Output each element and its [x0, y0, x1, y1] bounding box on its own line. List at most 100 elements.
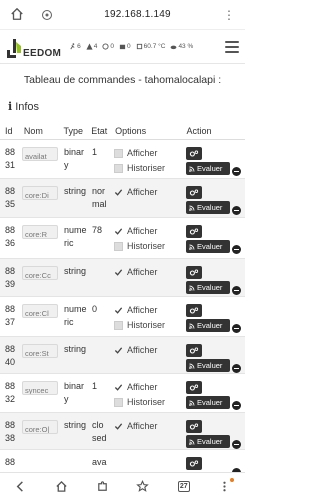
rss-icon	[189, 244, 195, 250]
remove-command-icon[interactable]	[232, 245, 241, 254]
nom-input[interactable]: core:St	[22, 344, 58, 358]
jeedom-logo[interactable]: EEDOM	[6, 35, 61, 59]
row-id-top: 88	[5, 457, 16, 467]
row-actions: Evaluer	[186, 413, 245, 449]
option-afficher[interactable]: Afficher	[114, 419, 186, 434]
row-id-bottom: 40	[5, 357, 16, 367]
rss-icon	[189, 166, 195, 172]
row-etat-line1: 78	[92, 225, 103, 235]
option-afficher[interactable]: Afficher	[114, 343, 186, 358]
configure-button[interactable]	[186, 266, 202, 279]
row-actions: Evaluer	[186, 259, 245, 296]
table-row: 88 35 core:Di string nor mal Afficher Evaluer	[0, 179, 245, 218]
evaluate-button[interactable]: Evaluer	[186, 359, 230, 372]
row-actions: Evaluer	[186, 218, 245, 258]
check-icon[interactable]	[114, 306, 123, 315]
evaluate-button[interactable]: Evaluer	[186, 396, 230, 409]
option-historiser[interactable]: Historiser	[114, 318, 186, 333]
row-id-bottom: 39	[5, 279, 16, 289]
address-bar[interactable]: 192.168.1.149	[54, 9, 221, 20]
nom-input[interactable]: core:Cl	[22, 304, 58, 318]
back-button[interactable]	[10, 477, 30, 497]
evaluate-label: Evaluer	[197, 283, 223, 292]
option-historiser-label: Historiser	[127, 241, 166, 251]
check-icon[interactable]	[114, 383, 123, 392]
site-info-icon[interactable]	[40, 8, 54, 22]
browser-menu-icon[interactable]: ⋮	[221, 8, 237, 22]
option-afficher-label: Afficher	[127, 305, 158, 315]
configure-button[interactable]	[186, 457, 202, 470]
row-type-line1: nume	[64, 225, 87, 235]
remove-command-icon[interactable]	[232, 206, 241, 215]
check-icon[interactable]	[114, 268, 123, 277]
evaluate-button[interactable]: Evaluer	[186, 281, 230, 294]
status-warning[interactable]: 4	[86, 43, 97, 50]
option-historiser[interactable]: Historiser	[114, 239, 186, 254]
configure-button[interactable]	[186, 344, 202, 357]
check-icon[interactable]	[114, 188, 123, 197]
hamburger-menu-icon[interactable]	[225, 40, 239, 53]
status-plugin[interactable]: 0	[119, 43, 131, 50]
nom-input[interactable]: core:Cc	[22, 266, 58, 280]
configure-button[interactable]	[186, 186, 202, 199]
option-afficher[interactable]: Afficher	[114, 265, 186, 280]
checkbox-historiser[interactable]	[114, 398, 123, 407]
checkbox-historiser[interactable]	[114, 242, 123, 251]
status-run[interactable]: 6	[69, 43, 81, 50]
status-cloud-value: 43 %	[178, 43, 194, 50]
option-afficher-label: Afficher	[127, 345, 158, 355]
evaluate-button[interactable]: Evaluer	[186, 240, 230, 253]
checkbox-afficher[interactable]	[114, 149, 123, 158]
tabs-button[interactable]: 27	[174, 477, 194, 497]
bookmark-button[interactable]	[133, 477, 153, 497]
check-icon[interactable]	[114, 346, 123, 355]
nom-input[interactable]: core:O|	[22, 420, 58, 434]
option-afficher[interactable]: Afficher	[114, 380, 186, 395]
remove-command-icon[interactable]	[232, 364, 241, 373]
option-historiser[interactable]: Historiser	[114, 395, 186, 410]
check-icon[interactable]	[114, 422, 123, 431]
option-afficher[interactable]: Afficher	[114, 303, 186, 318]
check-icon[interactable]	[114, 227, 123, 236]
nom-input[interactable]: core:R	[22, 225, 58, 239]
home-icon[interactable]	[10, 7, 26, 23]
row-type-line2: ric	[64, 317, 74, 327]
row-options: Afficher	[114, 337, 186, 373]
row-options: Afficher Historiser	[114, 297, 186, 336]
remove-command-icon[interactable]	[232, 401, 241, 410]
home-button[interactable]	[51, 477, 71, 497]
cogs-icon	[189, 189, 199, 196]
row-type-line1: nume	[64, 304, 87, 314]
checkbox-historiser[interactable]	[114, 164, 123, 173]
checkbox-historiser[interactable]	[114, 321, 123, 330]
row-etat-line1: 0	[92, 304, 98, 314]
row-etat: 0	[92, 297, 114, 336]
evaluate-button[interactable]: Evaluer	[186, 201, 230, 214]
remove-command-icon[interactable]	[232, 324, 241, 333]
configure-button[interactable]	[186, 147, 202, 160]
configure-button[interactable]	[186, 381, 202, 394]
evaluate-button[interactable]: Evaluer	[186, 435, 230, 448]
remove-command-icon[interactable]	[232, 286, 241, 295]
nom-input[interactable]: availat	[22, 147, 58, 161]
evaluate-button[interactable]: Evaluer	[186, 319, 230, 332]
menu-button[interactable]	[215, 477, 235, 497]
status-cloud[interactable]: 43 %	[170, 43, 193, 50]
nom-input[interactable]: core:Di	[22, 186, 58, 200]
row-actions: Evaluer	[186, 297, 245, 336]
evaluate-button[interactable]: Evaluer	[186, 162, 230, 175]
nom-input[interactable]: syncec	[22, 381, 58, 395]
remove-command-icon[interactable]	[232, 440, 241, 449]
option-afficher[interactable]: Afficher	[114, 224, 186, 239]
option-historiser[interactable]: Historiser	[114, 161, 186, 176]
status-cpu[interactable]: 60.7 °C	[136, 43, 165, 50]
row-actions: Evaluer	[186, 179, 245, 217]
status-sync[interactable]: 0	[102, 43, 114, 50]
option-afficher[interactable]: Afficher	[114, 185, 186, 200]
remove-command-icon[interactable]	[232, 167, 241, 176]
extensions-button[interactable]	[92, 477, 112, 497]
configure-button[interactable]	[186, 225, 202, 238]
configure-button[interactable]	[186, 304, 202, 317]
configure-button[interactable]	[186, 420, 202, 433]
option-afficher[interactable]: Afficher	[114, 146, 186, 161]
